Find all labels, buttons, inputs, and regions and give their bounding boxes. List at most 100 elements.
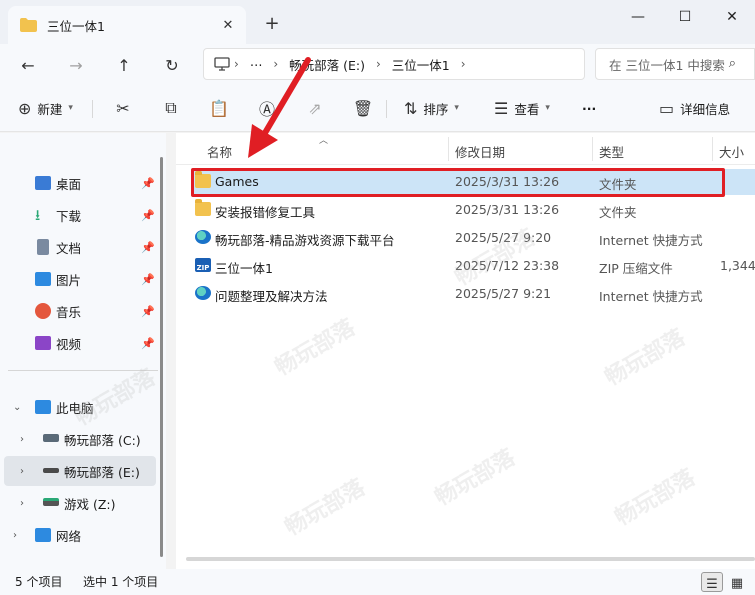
minimize-button[interactable]: — xyxy=(615,4,661,30)
search-placeholder: 在 三位一体1 中搜索 xyxy=(609,57,725,73)
sidebar-item-music[interactable]: 音乐 📌 xyxy=(0,296,160,326)
column-divider[interactable] xyxy=(712,137,713,161)
chevron-down-icon[interactable]: ⌄ xyxy=(13,402,21,413)
forward-button[interactable]: → xyxy=(61,52,91,78)
drive-green-icon xyxy=(43,498,59,506)
pin-icon[interactable]: 📌 xyxy=(141,273,155,286)
close-tab-button[interactable]: ✕ xyxy=(218,15,238,35)
more-options-button[interactable]: ··· xyxy=(582,96,596,120)
table-row[interactable]: 畅玩部落-精品游戏资源下载平台 2025/5/27 9:20 Internet … xyxy=(192,225,755,251)
chevron-right-icon[interactable]: › xyxy=(20,498,24,509)
copy-icon: ⧉ xyxy=(165,98,177,117)
rename-button[interactable]: Ⓐ xyxy=(255,96,279,120)
sidebar-item-desktop[interactable]: 桌面 📌 xyxy=(0,168,160,198)
breadcrumb-more[interactable]: ⋯ xyxy=(250,57,263,72)
column-header-type[interactable]: 类型 xyxy=(599,142,624,161)
pin-icon[interactable]: 📌 xyxy=(141,241,155,254)
arrow-up-icon: ↑ xyxy=(117,55,131,75)
chevron-right-icon[interactable]: › xyxy=(13,530,17,541)
folder-icon xyxy=(195,171,211,188)
view-lines-icon: ☰ xyxy=(494,98,509,118)
file-list: ︿ 名称 修改日期 类型 大小 Games 2025/3/31 13:26 文件… xyxy=(176,133,755,569)
table-row[interactable]: ZIP 三位一体1 2025/7/12 23:38 ZIP 压缩文件 1,344… xyxy=(192,253,755,279)
picture-icon xyxy=(35,272,51,286)
maximize-button[interactable]: ☐ xyxy=(662,4,708,30)
refresh-button[interactable]: ↻ xyxy=(157,52,187,78)
computer-icon xyxy=(35,400,51,414)
column-header-date[interactable]: 修改日期 xyxy=(455,142,505,161)
new-tab-button[interactable]: + xyxy=(261,12,283,34)
details-pane-button[interactable]: ▭ 详细信息 xyxy=(659,96,730,120)
table-row[interactable]: Games 2025/3/31 13:26 文件夹 xyxy=(192,169,755,195)
list-view-icon: ☰ xyxy=(706,577,718,592)
table-row[interactable]: 安装报错修复工具 2025/3/31 13:26 文件夹 xyxy=(192,197,755,223)
sidebar-divider xyxy=(8,370,158,371)
pin-icon[interactable]: 📌 xyxy=(141,305,155,318)
file-date: 2025/7/12 23:38 xyxy=(455,258,560,273)
address-bar[interactable]: › ⋯ › 畅玩部落 (E:) › 三位一体1 › xyxy=(203,48,585,80)
column-divider[interactable] xyxy=(448,137,449,161)
sidebar-item-videos[interactable]: 视频 📌 xyxy=(0,328,160,358)
search-input[interactable]: 在 三位一体1 中搜索 ⌕ xyxy=(595,48,755,80)
share-icon: ⇗ xyxy=(308,98,322,118)
paste-button[interactable]: 📋 xyxy=(207,96,231,120)
column-header-name[interactable]: 名称 xyxy=(207,142,232,161)
cut-button[interactable]: ✂ xyxy=(111,96,135,120)
search-icon: ⌕ xyxy=(728,56,736,71)
file-name: 三位一体1 xyxy=(215,261,273,276)
horizontal-scrollbar[interactable] xyxy=(186,557,755,561)
back-button[interactable]: ← xyxy=(13,52,43,78)
pin-icon[interactable]: 📌 xyxy=(141,337,155,350)
sidebar-item-drive-z[interactable]: › 游戏 (Z:) xyxy=(0,488,160,518)
details-view-button[interactable]: ☰ xyxy=(701,572,723,592)
sidebar-item-documents[interactable]: 文档 📌 xyxy=(0,232,160,262)
column-divider[interactable] xyxy=(592,137,593,161)
chevron-right-icon[interactable]: › xyxy=(20,466,24,477)
new-button[interactable]: ⊕ 新建 ▾ xyxy=(18,96,73,120)
sidebar-item-this-pc[interactable]: ⌄ 此电脑 xyxy=(0,392,160,422)
breadcrumb-folder[interactable]: 三位一体1 xyxy=(392,55,450,74)
column-header-size[interactable]: 大小 xyxy=(719,142,744,161)
view-button[interactable]: ☰ 查看 ▾ xyxy=(494,96,550,120)
sidebar-scrollbar[interactable] xyxy=(160,157,163,557)
document-icon xyxy=(37,239,49,255)
plus-circle-icon: ⊕ xyxy=(18,98,32,118)
file-name: Games xyxy=(215,174,259,189)
chevron-right-icon[interactable]: › xyxy=(20,434,24,445)
internet-shortcut-icon xyxy=(195,230,211,244)
tiles-view-icon: ▦ xyxy=(730,576,744,591)
internet-shortcut-icon xyxy=(195,286,211,300)
title-bar: 三位一体1 ✕ + — ☐ ✕ xyxy=(0,0,755,44)
tab-active[interactable]: 三位一体1 ✕ xyxy=(8,6,246,44)
sidebar-item-label: 网络 xyxy=(56,528,82,544)
sidebar-item-label: 视频 xyxy=(56,336,82,352)
up-button[interactable]: ↑ xyxy=(109,52,139,78)
tiles-view-button[interactable]: ▦ xyxy=(726,572,748,592)
table-row[interactable]: 问题整理及解决方法 2025/5/27 9:21 Internet 快捷方式 xyxy=(192,281,755,307)
breadcrumb-drive[interactable]: 畅玩部落 (E:) xyxy=(289,55,365,74)
sidebar-item-drive-c[interactable]: › 畅玩部落 (C:) xyxy=(0,424,160,454)
close-window-button[interactable]: ✕ xyxy=(709,4,755,30)
sort-button[interactable]: ⇅ 排序 ▾ xyxy=(404,96,459,120)
chevron-down-icon: ▾ xyxy=(454,103,459,113)
file-size: 1,344, xyxy=(720,258,755,273)
monitor-icon xyxy=(214,57,230,71)
delete-button[interactable]: 🗑 xyxy=(351,96,375,120)
sidebar-item-downloads[interactable]: ⭳ 下载 📌 xyxy=(0,200,160,230)
pin-icon[interactable]: 📌 xyxy=(141,209,155,222)
sidebar-item-drive-e[interactable]: › 畅玩部落 (E:) xyxy=(4,456,156,486)
share-button[interactable]: ⇗ xyxy=(303,96,327,120)
scissors-icon: ✂ xyxy=(116,98,130,118)
copy-button[interactable]: ⧉ xyxy=(159,96,183,120)
zip-archive-icon: ZIP xyxy=(195,258,211,272)
rename-icon: Ⓐ xyxy=(258,100,275,119)
chevron-down-icon: ▾ xyxy=(68,103,73,113)
chevron-right-icon: › xyxy=(234,57,239,71)
pin-icon[interactable]: 📌 xyxy=(141,177,155,190)
sort-label: 排序 xyxy=(423,101,449,117)
sort-icon: ⇅ xyxy=(404,98,418,118)
windows-drive-icon xyxy=(43,434,59,442)
sidebar-item-network[interactable]: › 网络 xyxy=(0,520,160,550)
sidebar-item-pictures[interactable]: 图片 📌 xyxy=(0,264,160,294)
view-label: 查看 xyxy=(514,101,540,117)
